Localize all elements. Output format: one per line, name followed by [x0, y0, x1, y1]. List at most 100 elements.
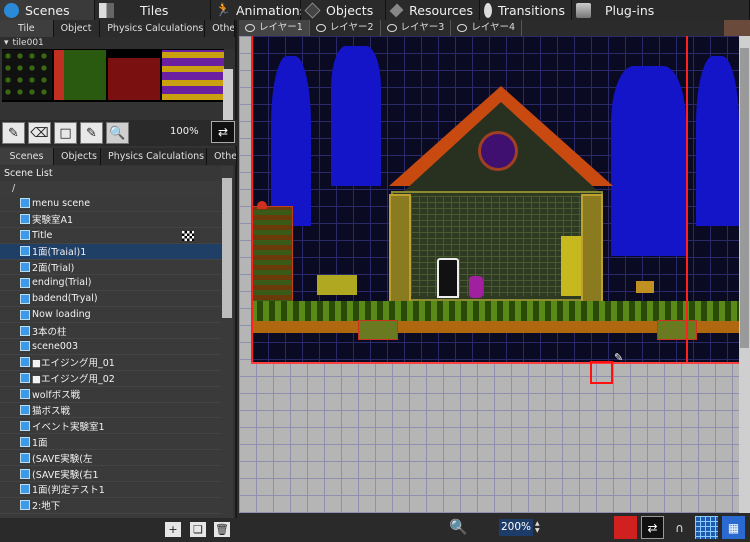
tileset-palette[interactable]: [2, 49, 224, 102]
scene-list-item[interactable]: scene003: [0, 339, 222, 355]
tile-preview[interactable]: [54, 50, 106, 100]
scene-list-item[interactable]: 実験室A1: [0, 212, 222, 228]
scene-icon: [20, 325, 30, 336]
scene-icon: [20, 405, 30, 416]
tab-animations[interactable]: 🏃 Animations: [211, 0, 306, 20]
scene-list-item[interactable]: 2:地下: [0, 498, 222, 514]
scene-name: ■エイジング用_01: [32, 358, 115, 370]
scene-list-item[interactable]: イベント実験室1: [0, 418, 222, 435]
magnifier-icon[interactable]: 🔍: [449, 518, 468, 536]
tool-row: ✎ ⌫ □ ✎ 🔍 100% ⇄: [0, 120, 237, 146]
eye-icon[interactable]: [245, 24, 255, 32]
fill-tool[interactable]: ✎: [80, 122, 103, 144]
rect-select-tool[interactable]: □: [54, 122, 77, 144]
vertical-scrollbar[interactable]: [739, 36, 750, 518]
layer-tab-4[interactable]: レイヤー4: [451, 20, 523, 36]
scene-list-scrollbar[interactable]: [221, 166, 233, 518]
down-arrow-icon[interactable]: ▼: [535, 527, 541, 534]
scrollbar-thumb[interactable]: [740, 48, 749, 348]
tab-physics[interactable]: Physics Calculations: [100, 20, 206, 37]
scene-list-title: Scene List: [0, 166, 222, 181]
zoom-level-field[interactable]: 200%: [499, 519, 533, 536]
scene-icon: [20, 500, 30, 511]
scene-list-item[interactable]: 3本の柱: [0, 323, 222, 340]
tab-tiles[interactable]: Tiles: [95, 0, 211, 20]
background-tree: [271, 56, 311, 226]
grid-color-button[interactable]: [614, 516, 637, 539]
objects-icon: [304, 2, 321, 18]
tab-other-list[interactable]: Other: [207, 148, 237, 165]
scene-area[interactable]: [251, 36, 739, 362]
scene-list-item[interactable]: 2面(Trial): [0, 260, 222, 276]
tile-preview[interactable]: [108, 50, 160, 100]
scene-list-item[interactable]: Now loading: [0, 307, 222, 324]
tileset-scrollbar[interactable]: [223, 69, 233, 125]
layer-tab-1[interactable]: レイヤー1: [239, 20, 310, 36]
link-mode-button[interactable]: ⇄: [641, 516, 664, 539]
map-button[interactable]: ▦: [722, 516, 745, 539]
scene-list-item[interactable]: Title: [0, 228, 222, 244]
scene-name: ■エイジング用_02: [32, 374, 115, 386]
scene-icon: [20, 484, 30, 495]
tab-transitions[interactable]: Transitions: [480, 0, 572, 20]
scene-name: (SAVE実験(左: [32, 453, 93, 465]
tab-scenes-list[interactable]: Scenes: [0, 148, 54, 165]
pen-tool[interactable]: ✎: [2, 122, 25, 144]
tileset-header[interactable]: ▾ tile001: [0, 37, 235, 49]
grid-toggle-button[interactable]: [695, 516, 718, 539]
scene-root-folder[interactable]: /: [0, 181, 222, 196]
scene-list-item[interactable]: 1面: [0, 434, 222, 451]
eraser-tool[interactable]: ⌫: [28, 122, 51, 144]
scene-canvas[interactable]: ✎: [239, 36, 739, 518]
player-character[interactable]: [437, 258, 459, 298]
zoom-spinner[interactable]: ▲ ▼: [535, 520, 541, 535]
tab-objects[interactable]: Objects: [301, 0, 386, 20]
scene-list-item[interactable]: ■エイジング用_02: [0, 371, 222, 387]
delete-scene-button[interactable]: 🗑: [214, 522, 230, 537]
scene-list-item[interactable]: badend(Tryal): [0, 291, 222, 308]
tile-preview[interactable]: [162, 50, 224, 100]
scene-icon: [20, 420, 30, 431]
scene-name: 実験室A1: [32, 215, 74, 227]
tile-preview[interactable]: [2, 50, 52, 100]
layer-tab-2[interactable]: レイヤー2: [310, 20, 381, 36]
zoom-tool[interactable]: 🔍: [106, 122, 129, 144]
scene-name: 2:地下: [32, 501, 61, 513]
pot-sprite: [469, 276, 483, 298]
magnet-button[interactable]: ∩: [668, 516, 691, 539]
layer-tab-3[interactable]: レイヤー3: [381, 20, 452, 36]
tab-resources[interactable]: Resources: [386, 0, 480, 20]
scene-list-item[interactable]: ending(Trial): [0, 275, 222, 292]
scene-icon: [20, 198, 30, 209]
scene-list-item[interactable]: 1面(Traial)1: [0, 243, 222, 260]
eye-icon[interactable]: [386, 24, 397, 32]
tab-object[interactable]: Object: [53, 20, 101, 37]
tab-tile[interactable]: Tile: [0, 20, 54, 37]
tab-physics-list[interactable]: Physics Calculations: [101, 148, 207, 165]
layer-thumbnail: [724, 20, 750, 36]
scene-list-item[interactable]: wolfボス戦: [0, 387, 222, 403]
up-arrow-icon[interactable]: ▲: [535, 520, 541, 527]
scene-name: Now loading: [32, 309, 91, 321]
eye-icon[interactable]: [315, 24, 326, 32]
pencil-cursor-icon: ✎: [614, 351, 624, 364]
scene-list-item[interactable]: 1面(判定テスト1: [0, 482, 222, 498]
scene-name: 猫ボス戦: [32, 406, 71, 418]
scene-list-item[interactable]: (SAVE実験(左: [0, 450, 222, 467]
add-folder-button[interactable]: +: [165, 522, 181, 537]
add-scene-button[interactable]: ❏: [190, 522, 206, 537]
tab-scenes[interactable]: Scenes: [0, 0, 95, 20]
tile-zoom-value[interactable]: 100%: [170, 126, 199, 137]
tab-other[interactable]: Other: [205, 20, 235, 37]
scrollbar-thumb[interactable]: [222, 178, 232, 318]
tileset-name: tile001: [12, 38, 44, 48]
tab-plugins[interactable]: Plug-ins: [572, 0, 750, 20]
signpost-sprite: [636, 281, 654, 293]
link-toggle[interactable]: ⇄: [211, 121, 235, 143]
scene-list-item[interactable]: 猫ボス戦: [0, 403, 222, 419]
scene-list-item[interactable]: ■エイジング用_01: [0, 355, 222, 371]
scene-list-item[interactable]: (SAVE実験(右1: [0, 466, 222, 483]
scene-list-item[interactable]: menu scene: [0, 196, 222, 212]
eye-icon[interactable]: [457, 24, 468, 32]
tab-objects-list[interactable]: Objects: [54, 148, 101, 165]
